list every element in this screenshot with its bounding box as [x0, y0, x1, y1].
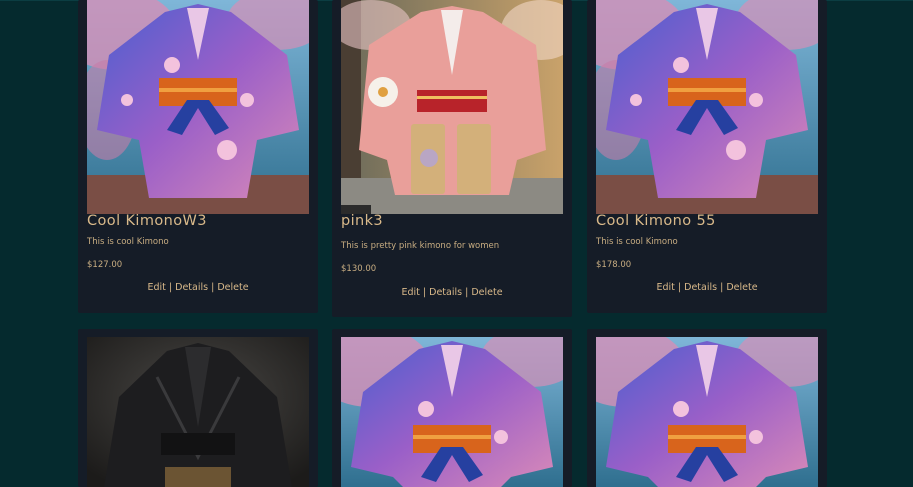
kimono-illustration	[87, 0, 309, 214]
product-card: Cool KimonoW3 This is cool Kimono $127.0…	[78, 0, 318, 313]
product-image-purple-kimono[interactable]	[596, 337, 818, 487]
product-card	[587, 329, 827, 487]
product-image-purple-kimono[interactable]	[596, 0, 818, 214]
product-price: $178.00	[596, 260, 632, 270]
kimono-illustration	[341, 337, 563, 487]
product-title: pink3	[341, 213, 384, 229]
product-actions: Edit | Details | Delete	[332, 287, 572, 298]
product-title: Cool KimonoW3	[87, 213, 207, 229]
kimono-illustration	[596, 337, 818, 487]
product-description: This is cool Kimono	[596, 237, 678, 247]
product-title: Cool Kimono 55	[596, 213, 716, 229]
delete-link[interactable]: Delete	[726, 282, 757, 293]
product-card	[332, 329, 572, 487]
delete-link[interactable]: Delete	[471, 287, 502, 298]
product-description: This is pretty pink kimono for women	[341, 241, 500, 251]
product-actions: Edit | Details | Delete	[78, 282, 318, 293]
product-card: pink3 This is pretty pink kimono for wom…	[332, 0, 572, 317]
delete-link[interactable]: Delete	[217, 282, 248, 293]
edit-link[interactable]: Edit	[401, 287, 419, 298]
kimono-illustration	[341, 0, 563, 214]
kimono-illustration	[87, 337, 309, 487]
product-image-purple-kimono[interactable]	[341, 337, 563, 487]
details-link[interactable]: Details	[175, 282, 208, 293]
kimono-illustration	[596, 0, 818, 214]
product-image-black-kimono[interactable]	[87, 337, 309, 487]
product-description: This is cool Kimono	[87, 237, 169, 247]
details-link[interactable]: Details	[429, 287, 462, 298]
product-image-purple-kimono[interactable]	[87, 0, 309, 214]
product-price: $127.00	[87, 260, 123, 270]
product-card	[78, 329, 318, 487]
details-link[interactable]: Details	[684, 282, 717, 293]
edit-link[interactable]: Edit	[656, 282, 674, 293]
product-card: Cool Kimono 55 This is cool Kimono $178.…	[587, 0, 827, 313]
product-price: $130.00	[341, 264, 377, 274]
product-actions: Edit | Details | Delete	[587, 282, 827, 293]
product-image-pink-kimono[interactable]	[341, 0, 563, 214]
edit-link[interactable]: Edit	[147, 282, 165, 293]
